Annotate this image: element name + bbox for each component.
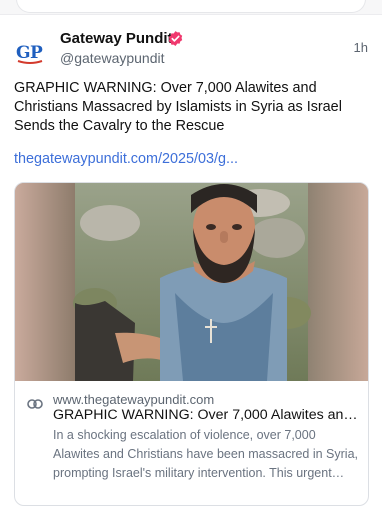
post-link[interactable]: thegatewaypundit.com/2025/03/g... [14, 151, 238, 167]
link-preview-image[interactable] [15, 183, 368, 381]
previous-card-border [16, 0, 366, 13]
post-timestamp[interactable]: 1h [354, 40, 368, 55]
link-icon [27, 396, 43, 409]
author-name[interactable]: Gateway Pundit [60, 30, 173, 47]
svg-text:P: P [30, 43, 43, 63]
link-card-description: In a shocking escalation of violence, ov… [53, 428, 359, 480]
link-card-domain[interactable]: www.thegatewaypundit.com [53, 392, 214, 407]
verified-badge-icon [167, 30, 184, 47]
post-text: GRAPHIC WARNING: Over 7,000 Alawites and… [14, 80, 342, 134]
post-divider [0, 14, 382, 15]
author-avatar[interactable]: G P [12, 34, 48, 70]
link-preview-card[interactable]: www.thegatewaypundit.com GRAPHIC WARNING… [14, 182, 369, 506]
author-handle[interactable]: @gatewaypundit [60, 50, 165, 66]
link-card-title[interactable]: GRAPHIC WARNING: Over 7,000 Alawites and… [53, 407, 359, 423]
svg-text:G: G [16, 43, 31, 63]
